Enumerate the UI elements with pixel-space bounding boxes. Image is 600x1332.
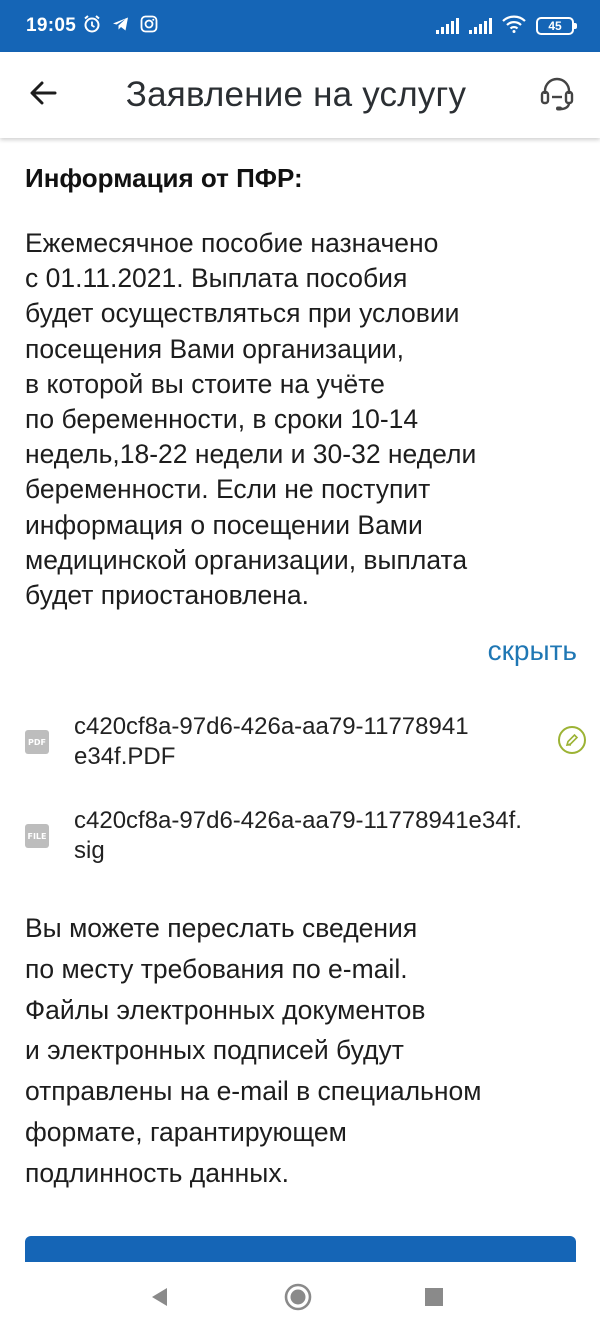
- app-bar: Заявление на услугу: [0, 52, 600, 138]
- support-button[interactable]: [514, 52, 600, 138]
- file-item-sig[interactable]: FILE c420cf8a-97d6-426a-aa79-11778941e34…: [25, 806, 595, 866]
- back-button[interactable]: [0, 52, 86, 138]
- file-item-pdf[interactable]: PDF c420cf8a-97d6-426a-aa79-11778941 e34…: [25, 712, 595, 772]
- arrow-left-icon: [29, 81, 57, 110]
- status-icons-right: 45: [436, 15, 577, 38]
- nav-recents-icon[interactable]: [414, 1280, 454, 1314]
- instagram-icon: [140, 15, 158, 38]
- nav-back-icon[interactable]: [140, 1280, 180, 1314]
- wifi-icon: [502, 15, 526, 38]
- system-nav-bar: [0, 1262, 600, 1332]
- forward-text: Вы можете переслать сведения по месту тр…: [25, 913, 482, 1188]
- headset-icon: [537, 73, 577, 118]
- status-bar: 19:05 45: [0, 0, 600, 52]
- nav-home-icon[interactable]: [278, 1280, 318, 1314]
- telegram-icon: [111, 14, 131, 39]
- signature-icon[interactable]: [558, 726, 586, 754]
- battery-icon: 45: [536, 17, 577, 35]
- pdf-file-icon: PDF: [25, 730, 49, 754]
- status-time: 19:05: [26, 15, 77, 36]
- page-title: Заявление на услугу: [125, 75, 467, 114]
- hide-link[interactable]: скрыть: [25, 635, 577, 667]
- info-heading: Информация от ПФР:: [25, 163, 303, 193]
- info-section: Информация от ПФР: Ежемесячное пособие н…: [25, 160, 577, 667]
- signal-icon: [469, 18, 492, 34]
- file-name: c420cf8a-97d6-426a-aa79-11778941 e34f.PD…: [74, 713, 469, 770]
- status-icons-left: [82, 14, 158, 39]
- file-name: c420cf8a-97d6-426a-aa79-11778941e34f. si…: [74, 807, 522, 864]
- alarm-icon: [82, 14, 102, 39]
- signal-icon: [436, 18, 459, 34]
- file-icon: FILE: [25, 824, 49, 848]
- info-text: Ежемесячное пособие назначено с 01.11.20…: [25, 228, 477, 611]
